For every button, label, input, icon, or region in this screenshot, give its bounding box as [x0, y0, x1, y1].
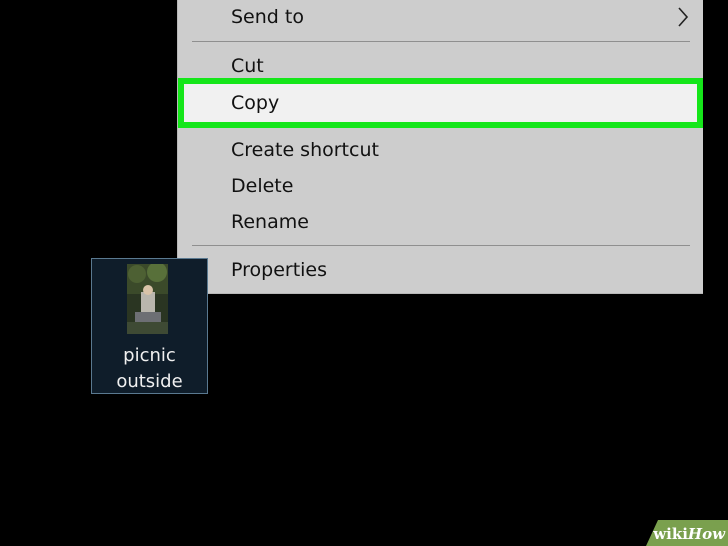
menu-item-label: Cut: [231, 55, 264, 77]
watermark-how: How: [687, 525, 725, 543]
desktop-file-icon-picnic-outside[interactable]: picnic outside: [91, 258, 208, 394]
image-thumbnail-icon: [127, 264, 168, 334]
watermark-wiki: wiki: [653, 525, 688, 543]
file-name-line-1: picnic: [123, 345, 176, 366]
wikihow-watermark: wikiHow: [646, 520, 728, 546]
menu-item-label: Copy: [231, 92, 280, 114]
context-menu: Send to Cut Copy Create shortcut Delete …: [177, 0, 703, 294]
file-name-line-2: outside: [116, 371, 183, 392]
menu-item-label: Create shortcut: [231, 139, 379, 161]
menu-separator: [192, 245, 690, 246]
menu-item-delete[interactable]: Delete: [178, 169, 703, 203]
chevron-right-icon: [678, 7, 689, 27]
menu-item-create-shortcut[interactable]: Create shortcut: [178, 133, 703, 167]
menu-item-rename[interactable]: Rename: [178, 205, 703, 239]
menu-item-copy[interactable]: Copy: [178, 86, 703, 120]
menu-item-properties[interactable]: Properties: [178, 253, 703, 287]
desktop[interactable]: Send to Cut Copy Create shortcut Delete …: [0, 0, 728, 546]
watermark-text: wikiHow: [653, 525, 725, 543]
menu-item-label: Properties: [231, 259, 328, 281]
menu-item-label: Delete: [231, 175, 294, 197]
menu-item-send-to[interactable]: Send to: [178, 0, 703, 34]
menu-separator: [192, 41, 690, 42]
menu-item-label: Send to: [231, 6, 304, 28]
menu-item-label: Rename: [231, 211, 309, 233]
